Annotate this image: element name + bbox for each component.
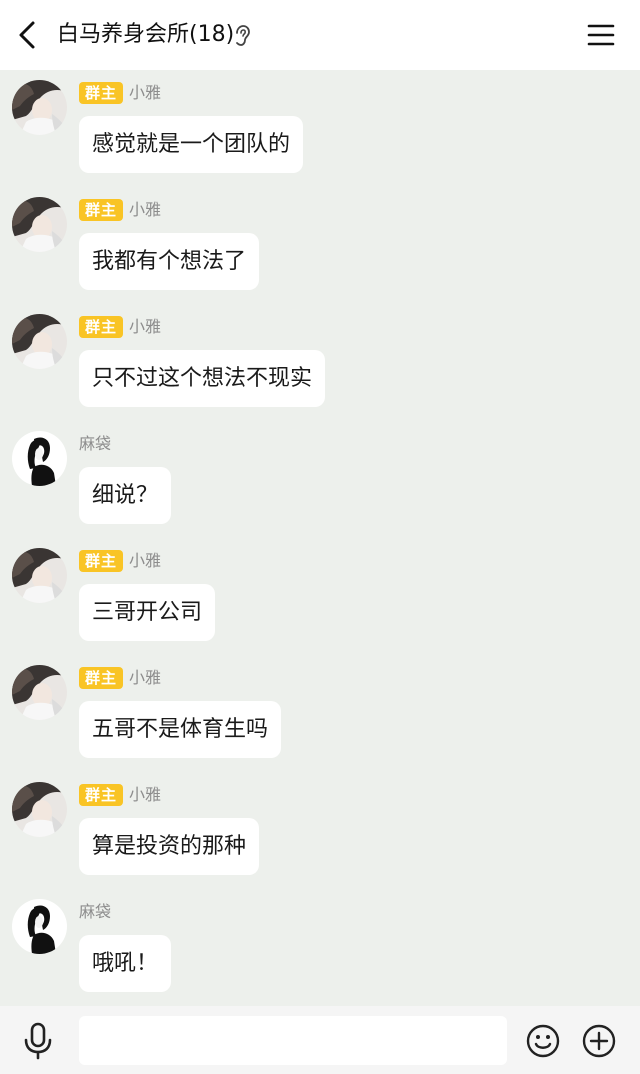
sender-info: 麻袋	[79, 901, 111, 923]
back-button[interactable]	[14, 20, 42, 50]
sender-info: 麻袋	[79, 433, 111, 455]
message-bubble[interactable]: 只不过这个想法不现实	[79, 350, 326, 407]
plus-circle-icon	[582, 1024, 616, 1058]
message-row: 群主 小雅只不过这个想法不现实	[0, 304, 640, 421]
sender-name: 小雅	[129, 200, 162, 219]
message-bubble[interactable]: 五哥不是体育生吗	[79, 701, 282, 758]
message-row: 群主 小雅我都有个想法了	[0, 187, 640, 304]
smiley-icon	[526, 1024, 560, 1058]
owner-badge: 群主	[79, 316, 124, 338]
avatar[interactable]	[12, 314, 67, 369]
sender-info: 群主 小雅	[79, 667, 161, 689]
sender-name: 小雅	[129, 668, 162, 687]
owner-badge: 群主	[79, 550, 124, 572]
sender-name: 麻袋	[79, 902, 112, 921]
message-bubble[interactable]: 三哥开公司	[79, 584, 216, 641]
menu-button[interactable]	[586, 21, 616, 49]
message-bubble[interactable]: 我都有个想法了	[79, 233, 260, 290]
chat-header: 白马养身会所(18)	[0, 0, 640, 70]
avatar[interactable]	[12, 197, 67, 252]
sender-name: 小雅	[129, 551, 162, 570]
sender-name: 小雅	[129, 83, 162, 102]
avatar[interactable]	[12, 548, 67, 603]
owner-badge: 群主	[79, 82, 124, 104]
sender-info: 群主 小雅	[79, 784, 161, 806]
chevron-left-icon	[19, 21, 35, 49]
input-bar	[0, 1006, 640, 1074]
message-bubble[interactable]: 算是投资的那种	[79, 818, 260, 875]
hamburger-menu-icon	[587, 24, 615, 46]
sender-info: 群主 小雅	[79, 316, 161, 338]
avatar[interactable]	[12, 665, 67, 720]
message-list[interactable]: 群主 小雅 感觉就是一个团队的 群主 小雅 我都有个想法了 群主 小雅 只不过这个想法不现实 麻袋…	[0, 70, 640, 1006]
voice-button[interactable]	[22, 1022, 54, 1060]
avatar[interactable]	[12, 899, 67, 954]
sender-info: 群主 小雅	[79, 199, 161, 221]
owner-badge: 群主	[79, 199, 124, 221]
emoji-button[interactable]	[526, 1024, 560, 1058]
message-row: 麻袋细说？	[0, 421, 640, 538]
message-row: 群主 小雅感觉就是一个团队的	[0, 70, 640, 187]
sender-name: 小雅	[129, 785, 162, 804]
chat-title: 白马养身会所(18)	[57, 22, 235, 47]
message-row: 麻袋哦吼！	[0, 889, 640, 1006]
ear-icon	[236, 25, 250, 46]
owner-badge: 群主	[79, 784, 124, 806]
sender-info: 群主 小雅	[79, 82, 161, 104]
avatar[interactable]	[12, 782, 67, 837]
message-row: 群主 小雅三哥开公司	[0, 538, 640, 655]
message-input[interactable]	[79, 1016, 507, 1065]
more-button[interactable]	[582, 1024, 616, 1058]
message-bubble[interactable]: 哦吼！	[79, 935, 172, 992]
sender-name: 小雅	[129, 317, 162, 336]
message-bubble[interactable]: 感觉就是一个团队的	[79, 116, 304, 173]
sender-info: 群主 小雅	[79, 550, 161, 572]
sender-name: 麻袋	[79, 434, 112, 453]
owner-badge: 群主	[79, 667, 124, 689]
message-row: 群主 小雅算是投资的那种	[0, 772, 640, 889]
message-row: 群主 小雅五哥不是体育生吗	[0, 655, 640, 772]
avatar[interactable]	[12, 80, 67, 135]
avatar[interactable]	[12, 431, 67, 486]
message-bubble[interactable]: 细说？	[79, 467, 172, 524]
microphone-icon	[24, 1022, 52, 1060]
